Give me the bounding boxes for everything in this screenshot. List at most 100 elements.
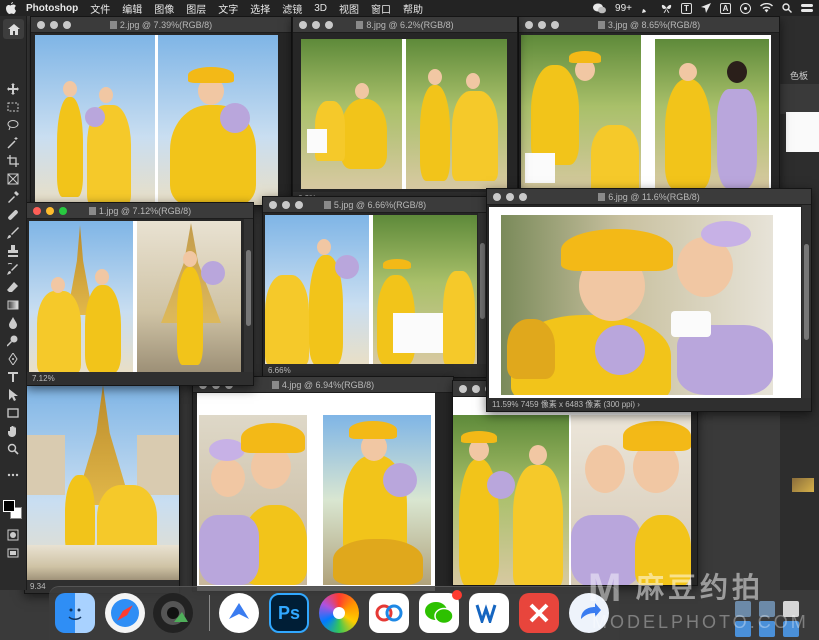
document-window-5[interactable]: 5.jpg @ 6.66%(RGB/8) 6.66% — [262, 196, 488, 378]
quick-mask-button[interactable] — [5, 528, 21, 542]
document-canvas[interactable] — [453, 397, 691, 585]
clone-stamp-tool[interactable] — [5, 244, 21, 258]
magic-wand-tool[interactable] — [5, 136, 21, 150]
window-titlebar[interactable]: 2.jpg @ 7.39%(RGB/8) — [31, 17, 291, 33]
home-button[interactable] — [3, 19, 24, 39]
flower-bouquet — [201, 261, 225, 285]
dodge-tool[interactable] — [5, 334, 21, 348]
menu-window[interactable]: 窗口 — [371, 1, 391, 16]
blur-tool[interactable] — [5, 316, 21, 330]
eraser-tool[interactable] — [5, 280, 21, 294]
menu-image[interactable]: 图像 — [154, 1, 174, 16]
frame-tool[interactable] — [5, 172, 21, 186]
scrollbar-thumb[interactable] — [480, 243, 485, 319]
search-icon[interactable] — [782, 3, 792, 13]
document-canvas[interactable] — [265, 215, 477, 365]
layer-thumbnail[interactable] — [792, 478, 814, 492]
cloud-drive-icon[interactable] — [369, 593, 409, 633]
menu-type[interactable]: 文字 — [218, 1, 238, 16]
menu-filter[interactable]: 滤镜 — [282, 1, 302, 16]
document-canvas[interactable] — [197, 393, 435, 591]
document-window-2[interactable]: 2.jpg @ 7.39%(RGB/8) — [30, 16, 292, 206]
apple-icon[interactable] — [6, 2, 16, 14]
window-titlebar[interactable]: 1.jpg @ 7.12%(RGB/8) — [27, 203, 253, 219]
scrollbar-thumb[interactable] — [804, 243, 809, 341]
document-window-8[interactable]: 8.jpg @ 6.2%(RGB/8) 6.2% — [292, 16, 518, 206]
window-title-text: 5.jpg @ 6.66%(RGB/8) — [333, 199, 427, 210]
navigation-arrow-icon[interactable] — [701, 3, 711, 13]
document-window-4[interactable]: 4.jpg @ 6.94%(RGB/8) — [192, 376, 454, 592]
document-canvas[interactable] — [301, 39, 507, 189]
camera-app-icon[interactable] — [153, 593, 193, 633]
history-brush-tool[interactable] — [5, 262, 21, 276]
butterfly-icon[interactable] — [661, 3, 672, 14]
marquee-tool[interactable] — [5, 100, 21, 114]
fan-icon[interactable] — [740, 2, 751, 14]
accessibility-badge[interactable]: A — [720, 2, 731, 14]
swatches-panel-tab[interactable]: 色板 — [790, 69, 808, 82]
minimize-button[interactable] — [472, 384, 480, 393]
figure-hat — [461, 431, 497, 443]
wifi-icon[interactable] — [760, 3, 773, 13]
pen-tool[interactable] — [5, 352, 21, 366]
scrollbar-thumb[interactable] — [246, 249, 251, 327]
window-titlebar[interactable]: 8.jpg @ 6.2%(RGB/8) — [293, 17, 517, 33]
rocket-icon[interactable] — [641, 3, 652, 14]
xmind-icon[interactable] — [519, 593, 559, 633]
window-titlebar[interactable]: 6.jpg @ 11.6%(RGB/8) — [487, 189, 811, 205]
text-input-source-badge[interactable]: T — [681, 2, 692, 14]
vertical-scrollbar[interactable] — [244, 219, 253, 372]
rectangle-tool[interactable] — [5, 406, 21, 420]
menu-layer[interactable]: 图层 — [186, 1, 206, 16]
finder-icon[interactable] — [55, 593, 95, 633]
panel-preview — [786, 112, 819, 152]
photo-right — [323, 415, 431, 585]
cake-table — [525, 153, 555, 183]
document-canvas[interactable] — [489, 207, 801, 401]
document-canvas[interactable] — [25, 385, 179, 581]
document-window-9[interactable]: 9.34 — [24, 384, 180, 594]
menu-select[interactable]: 选择 — [250, 1, 270, 16]
control-center-icon[interactable] — [801, 3, 813, 13]
wechat-status-icon[interactable] — [593, 3, 607, 14]
brush-tool[interactable] — [5, 226, 21, 240]
wps-office-icon[interactable] — [469, 593, 509, 633]
foreground-color-swatch[interactable] — [3, 500, 15, 512]
color-wheel-app-icon[interactable] — [319, 593, 359, 633]
menu-view[interactable]: 视图 — [339, 1, 359, 16]
menu-help[interactable]: 帮助 — [403, 1, 423, 16]
menu-edit[interactable]: 编辑 — [122, 1, 142, 16]
document-canvas[interactable] — [521, 35, 771, 195]
document-canvas[interactable] — [35, 35, 278, 205]
menu-app-name[interactable]: Photoshop — [26, 3, 78, 14]
hand-tool[interactable] — [5, 424, 21, 438]
gradient-tool[interactable] — [5, 298, 21, 312]
vertical-scrollbar[interactable] — [802, 205, 811, 398]
close-button[interactable] — [459, 384, 467, 393]
menu-3d[interactable]: 3D — [314, 3, 327, 14]
safari-icon[interactable] — [105, 593, 145, 633]
window-titlebar[interactable]: 5.jpg @ 6.66%(RGB/8) — [263, 197, 487, 213]
zoom-tool[interactable] — [5, 442, 21, 456]
window-titlebar[interactable]: 3.jpg @ 8.65%(RGB/8) — [519, 17, 779, 33]
edit-toolbar-button[interactable] — [5, 468, 21, 482]
document-window-3[interactable]: 3.jpg @ 8.65%(RGB/8) — [518, 16, 780, 196]
healing-brush-tool[interactable] — [5, 208, 21, 222]
photoshop-dock-icon[interactable]: Ps — [269, 593, 309, 633]
type-tool[interactable] — [5, 370, 21, 384]
flower-bouquet — [85, 107, 105, 127]
document-window-6[interactable]: 6.jpg @ 11.6%(RGB/8) 11.59% 7459 像素 x 64… — [486, 188, 812, 412]
move-tool[interactable] — [5, 82, 21, 96]
color-swatches[interactable] — [3, 500, 23, 520]
lasso-tool[interactable] — [5, 118, 21, 132]
eyedropper-tool[interactable] — [5, 190, 21, 204]
screen-mode-button[interactable] — [5, 546, 21, 560]
photo-left — [265, 215, 369, 365]
crop-tool[interactable] — [5, 154, 21, 168]
path-selection-tool[interactable] — [5, 388, 21, 402]
menu-file[interactable]: 文件 — [90, 1, 110, 16]
wechat-dock-icon[interactable] — [419, 590, 462, 633]
document-canvas[interactable] — [29, 221, 241, 373]
bird-app-icon[interactable] — [219, 593, 259, 633]
document-window-1[interactable]: 1.jpg @ 7.12%(RGB/8) 7.12% — [26, 202, 254, 386]
